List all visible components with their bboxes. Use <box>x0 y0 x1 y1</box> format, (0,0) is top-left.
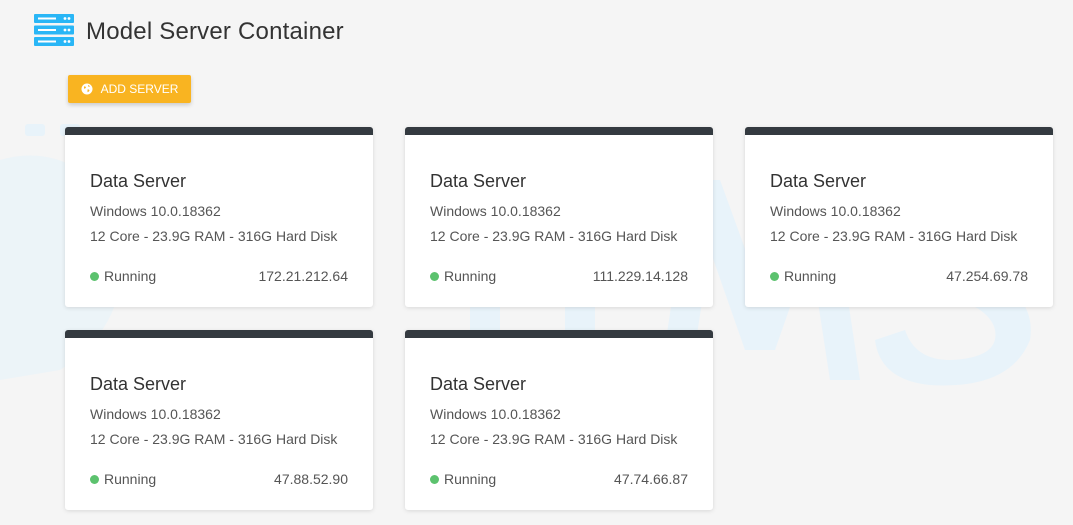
page-title: Model Server Container <box>86 18 344 45</box>
status-dot <box>90 474 99 484</box>
server-name: Data Server <box>770 171 867 191</box>
server-os: Windows 10.0.18362 <box>430 406 561 422</box>
status-label: Running <box>784 268 837 284</box>
server-card[interactable]: Data Server Windows 10.0.18362 12 Core -… <box>745 127 1053 307</box>
page-header: Model Server Container <box>34 13 344 51</box>
server-status: Running <box>430 268 496 284</box>
server-ip: 47.88.52.90 <box>274 471 348 487</box>
status-dot <box>90 271 99 281</box>
server-card[interactable]: Data Server Windows 10.0.18362 12 Core -… <box>65 330 373 510</box>
server-status: Running <box>770 268 836 284</box>
server-ip: 47.254.69.78 <box>946 268 1028 284</box>
status-label: Running <box>444 471 497 487</box>
server-name: Data Server <box>430 374 527 394</box>
server-os: Windows 10.0.18362 <box>430 203 561 219</box>
server-status: Running <box>430 471 496 487</box>
server-status: Running <box>90 268 156 284</box>
server-status: Running <box>90 471 156 487</box>
server-specs: 12 Core - 23.9G RAM - 316G Hard Disk <box>430 431 678 447</box>
server-specs: 12 Core - 23.9G RAM - 316G Hard Disk <box>770 228 1018 244</box>
server-stack-icon <box>34 13 74 51</box>
server-os: Windows 10.0.18362 <box>90 406 221 422</box>
server-name: Data Server <box>430 171 527 191</box>
server-specs: 12 Core - 23.9G RAM - 316G Hard Disk <box>90 431 338 447</box>
server-card[interactable]: Data Server Windows 10.0.18362 12 Core -… <box>405 127 713 307</box>
globe-icon <box>81 83 93 95</box>
server-ip: 172.21.212.64 <box>258 268 348 284</box>
status-dot <box>430 474 439 484</box>
server-ip: 47.74.66.87 <box>614 471 688 487</box>
status-dot <box>770 271 779 281</box>
server-name: Data Server <box>90 374 187 394</box>
server-name: Data Server <box>90 171 187 191</box>
server-os: Windows 10.0.18362 <box>770 203 901 219</box>
server-ip: 111.229.14.128 <box>592 268 688 284</box>
server-os: Windows 10.0.18362 <box>90 203 221 219</box>
status-label: Running <box>104 268 157 284</box>
server-specs: 12 Core - 23.9G RAM - 316G Hard Disk <box>430 228 678 244</box>
status-label: Running <box>444 268 497 284</box>
status-dot <box>430 271 439 281</box>
add-server-button[interactable]: ADD SERVER <box>68 75 191 103</box>
server-card[interactable]: Data Server Windows 10.0.18362 12 Core -… <box>405 330 713 510</box>
server-card[interactable]: Data Server Windows 10.0.18362 12 Core -… <box>65 127 373 307</box>
server-specs: 12 Core - 23.9G RAM - 316G Hard Disk <box>90 228 338 244</box>
status-label: Running <box>104 471 157 487</box>
add-server-label: ADD SERVER <box>100 82 179 96</box>
